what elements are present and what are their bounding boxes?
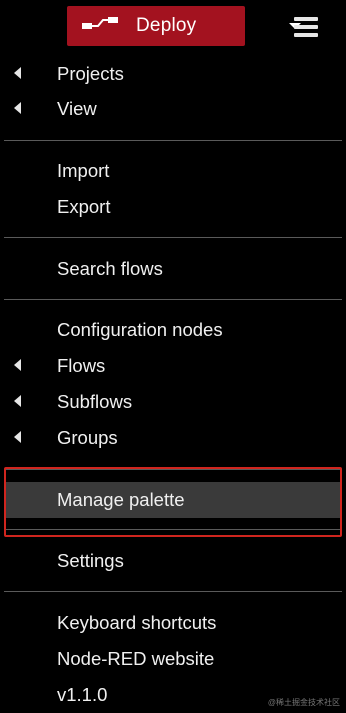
menu-item-projects[interactable]: Projects	[0, 56, 346, 92]
menu-item-label: Search flows	[57, 258, 163, 279]
watermark: @稀土掘金技术社区	[267, 698, 340, 707]
menu-item-label: Groups	[57, 427, 118, 448]
caret-left-icon	[14, 359, 21, 371]
menu-item-label: Keyboard shortcuts	[57, 612, 217, 633]
version-label: v1.1.0	[57, 684, 108, 705]
menu-divider	[4, 140, 342, 141]
main-menu-screen: Deploy Projects View Import Export Searc…	[0, 0, 346, 710]
hamburger-icon[interactable]	[290, 12, 324, 42]
menu-item-label: Flows	[57, 355, 106, 376]
highlight-annotation-box	[4, 467, 342, 537]
menu-item-label: Node-RED website	[57, 648, 215, 669]
menu-item-settings[interactable]: Settings	[0, 543, 346, 579]
menu-divider	[4, 299, 342, 300]
menu-divider	[4, 591, 342, 592]
menu-item-node-red-website[interactable]: Node-RED website	[0, 641, 346, 677]
menu-item-configuration-nodes[interactable]: Configuration nodes	[0, 312, 346, 348]
menu-item-label: Import	[57, 160, 110, 181]
caret-left-icon	[14, 67, 21, 79]
menu-item-subflows[interactable]: Subflows	[0, 384, 346, 420]
caret-left-icon	[14, 431, 21, 443]
deploy-button[interactable]: Deploy	[67, 6, 301, 46]
menu-item-label: Settings	[57, 550, 124, 571]
header-bar: Deploy	[0, 0, 346, 52]
menu-item-keyboard-shortcuts[interactable]: Keyboard shortcuts	[0, 605, 346, 641]
caret-left-icon	[14, 102, 21, 114]
caret-left-icon	[14, 395, 21, 407]
menu-divider	[4, 237, 342, 238]
menu-item-label: Export	[57, 196, 111, 217]
menu-item-search-flows[interactable]: Search flows	[0, 251, 346, 287]
menu-item-groups[interactable]: Groups	[0, 420, 346, 456]
menu-item-export[interactable]: Export	[0, 189, 346, 225]
menu-item-view[interactable]: View	[0, 91, 346, 127]
menu-item-label: Subflows	[57, 391, 133, 412]
menu-item-label: Configuration nodes	[57, 319, 223, 340]
deploy-divider	[277, 12, 278, 40]
deploy-label: Deploy	[136, 15, 197, 36]
menu-item-flows[interactable]: Flows	[0, 348, 346, 384]
menu-item-import[interactable]: Import	[0, 153, 346, 189]
menu-item-label: View	[57, 98, 97, 119]
deploy-icon	[82, 17, 118, 29]
menu-item-label: Projects	[57, 63, 124, 84]
